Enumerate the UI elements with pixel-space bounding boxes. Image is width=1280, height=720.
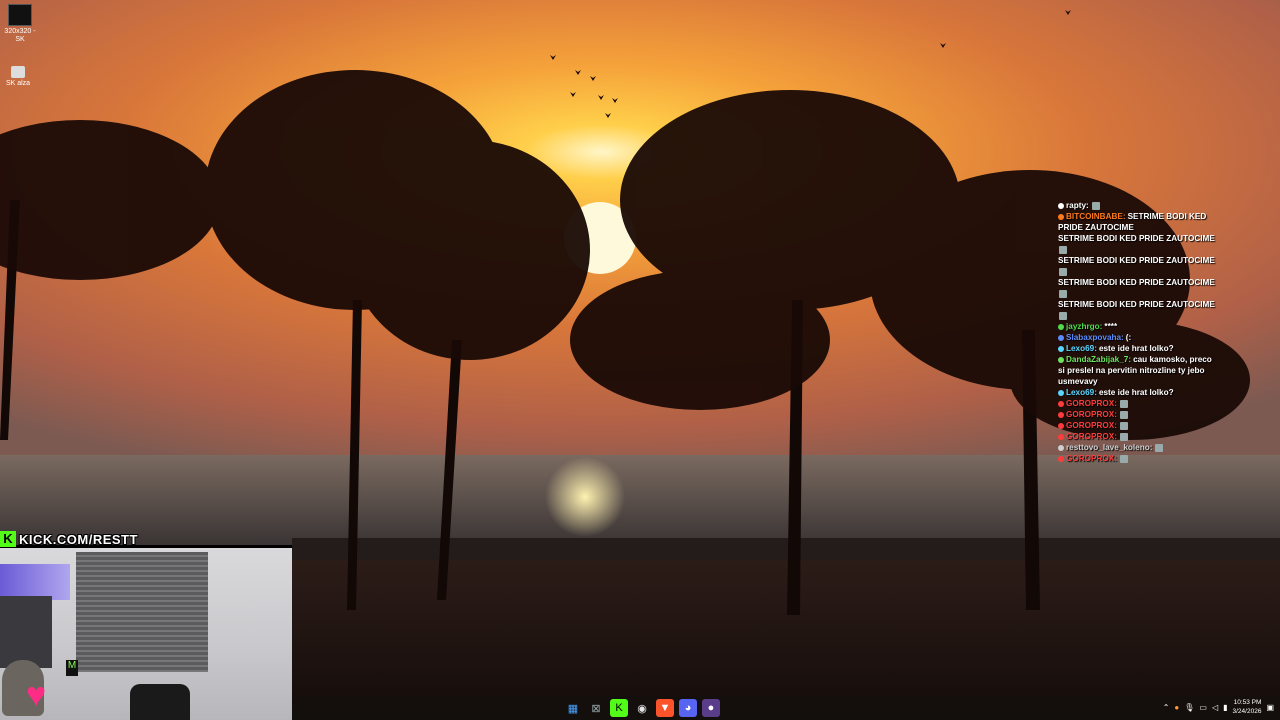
chat-username: jayzhrgo: [1066,322,1103,331]
chat-username: GOROPROX: [1066,410,1117,419]
chat-username: GOROPROX: [1066,421,1117,430]
system-clock[interactable]: 10:53 PM 3/24/2026 [1233,698,1262,716]
chat-message: rapty: [1058,200,1218,211]
chat-username: Lexo69: [1066,388,1097,397]
chat-message: GOROPROX: [1058,420,1218,431]
chat-message: Lexo69: este ide hrat lolko? [1058,387,1218,398]
notification-app-icon[interactable]: ● [1174,703,1179,712]
chat-message: Lexo69: este ide hrat lolko? [1058,343,1218,354]
webcam-window-blind [76,552,208,672]
chat-text: SETRIME BODI KED PRIDE ZAUTOCIME [1058,278,1215,287]
emote-icon [1059,245,1067,254]
chat-message: resttovo_lave_koleno: [1058,442,1218,453]
chat-message: SETRIME BODI KED PRIDE ZAUTOCIME [1058,299,1218,321]
webcam-chair [130,684,190,720]
user-badge-icon [1058,455,1064,462]
user-badge-icon [1058,356,1064,363]
chat-message: SETRIME BODI KED PRIDE ZAUTOCIME [1058,255,1218,277]
emote-icon [1119,421,1128,430]
chat-text: SETRIME BODI KED PRIDE ZAUTOCIME [1058,234,1215,243]
user-badge-icon [1058,334,1064,341]
user-badge-icon [1058,422,1064,429]
chrome-icon[interactable]: ◉ [633,699,651,717]
chat-message: BITCOINBABE: SETRIME BODI KED PRIDE ZAUTO… [1058,211,1218,233]
user-badge-icon [1058,202,1064,209]
notifications-bell-icon[interactable]: ▣ [1266,703,1274,712]
chat-message: Slabaxpovaha: (: [1058,332,1218,343]
emote-icon [1059,289,1067,298]
system-tray: ⌃ ● 🎙 ▭ ◁ ▮ 10:53 PM 3/24/2026 ▣ [1163,698,1274,716]
chat-text: **** [1104,322,1118,331]
emote-icon [1059,311,1067,320]
microphone-icon[interactable]: 🎙 [1184,703,1194,712]
desktop-icon-label: 320x320 - SK [4,28,36,43]
emote-icon [1119,399,1128,408]
brave-icon[interactable]: ▼ [656,699,674,717]
chat-username: GOROPROX: [1066,454,1117,463]
emote-icon [1091,201,1100,210]
chat-username: GOROPROX: [1066,432,1117,441]
desktop-icon[interactable]: 320x320 - SK [0,4,40,44]
chat-message: GOROPROX: [1058,398,1218,409]
user-badge-icon [1058,433,1064,440]
webcam-wall-panel [0,596,52,668]
chat-username: Slabaxpovaha: [1066,333,1124,342]
xbox-icon[interactable]: ⊠ [587,699,605,717]
shortcut-icon [11,66,25,78]
chat-message: SETRIME BODI KED PRIDE ZAUTOCIME [1058,233,1218,255]
user-badge-icon [1058,213,1064,220]
user-badge-icon [1058,411,1064,418]
chat-username: BITCOINBABE: [1066,212,1126,221]
discord-icon[interactable]: ◕ [679,699,697,717]
heart-icon: ♥ [26,676,47,714]
battery-icon[interactable]: ▮ [1223,703,1227,712]
emote-icon [1119,454,1128,463]
chat-username: DandaZabijak_7: [1066,355,1132,364]
chevron-up-icon[interactable]: ⌃ [1163,703,1170,712]
desktop-icon-label: SK alza [5,80,31,87]
energy-drink-icon: M [66,660,78,676]
network-icon[interactable]: ▭ [1199,703,1207,712]
user-badge-icon [1058,345,1064,352]
stream-url: KICK.COM/RESTT [19,531,138,547]
emote-icon [1119,432,1128,441]
emote-icon [1059,267,1067,276]
chat-message: DandaZabijak_7: cau kamosko, preco si pre… [1058,354,1218,387]
chat-text: este ide hrat lolko? [1098,388,1174,397]
chat-text: SETRIME BODI KED PRIDE ZAUTOCIME [1058,256,1215,265]
user-badge-icon [1058,444,1064,451]
emote-icon [1119,410,1128,419]
webcam-led-light [0,564,70,600]
chat-message: GOROPROX: [1058,431,1218,442]
windows-start-icon[interactable]: ▦ [564,699,582,717]
chat-text: (: [1125,333,1132,342]
kick-logo-icon: K [0,531,16,547]
chat-message: jayzhrgo: **** [1058,321,1218,332]
volume-icon[interactable]: ◁ [1212,703,1218,712]
user-badge-icon [1058,323,1064,330]
chat-username: resttovo_lave_koleno: [1066,443,1153,452]
chat-overlay: rapty: BITCOINBABE: SETRIME BODI KED PRIDE… [1058,200,1218,464]
user-badge-icon [1058,389,1064,396]
user-badge-icon [1058,400,1064,407]
kick-app-icon[interactable]: K [610,699,628,717]
desktop-icon[interactable]: SK alza [0,66,38,88]
taskbar-apps: ▦ ⊠ K ◉ ▼ ◕ ● [564,699,720,717]
obs-icon[interactable]: ● [702,699,720,717]
taskbar: ▦ ⊠ K ◉ ▼ ◕ ● ⌃ ● 🎙 ▭ ◁ ▮ 10:53 PM 3/24/2026 ▣ [292,696,1280,720]
chat-message: SETRIME BODI KED PRIDE ZAUTOCIME [1058,277,1218,299]
chat-username: rapty: [1066,201,1089,210]
image-file-icon [8,4,32,26]
chat-text: este ide hrat lolko? [1098,344,1174,353]
emote-icon [1155,443,1164,452]
chat-text: SETRIME BODI KED PRIDE ZAUTOCIME [1058,300,1215,309]
chat-message: GOROPROX: [1058,453,1218,464]
chat-username: Lexo69: [1066,344,1097,353]
clock-time: 10:53 PM [1233,699,1262,706]
chat-username: GOROPROX: [1066,399,1117,408]
webcam-feed: ♥ M [0,548,292,720]
stream-url-banner: K KICK.COM/RESTT [0,530,138,548]
clock-date: 3/24/2026 [1232,708,1262,715]
chat-message: GOROPROX: [1058,409,1218,420]
